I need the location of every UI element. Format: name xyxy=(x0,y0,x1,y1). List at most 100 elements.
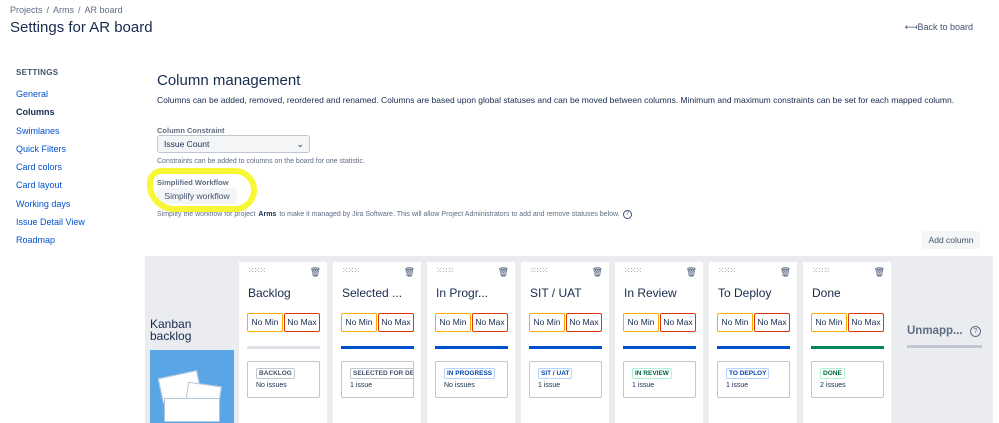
trash-icon[interactable]: 🗑 xyxy=(498,267,509,278)
column-constraint-select[interactable]: Issue Count ⌄ xyxy=(157,135,310,153)
breadcrumb-projects[interactable]: Projects xyxy=(10,5,43,15)
breadcrumb: Projects / Arms / AR board xyxy=(10,5,123,15)
max-constraint-input[interactable]: No Max xyxy=(378,313,414,332)
trash-icon[interactable]: 🗑 xyxy=(592,267,603,278)
sidebar-item-columns[interactable]: Columns xyxy=(16,103,126,121)
drag-handle-icon[interactable]: ⁙⁙⁙ xyxy=(342,267,360,275)
kanban-backlog-illustration xyxy=(150,350,234,423)
status-lozenge: IN REVIEW xyxy=(632,368,672,379)
breadcrumb-separator: / xyxy=(78,5,81,15)
column-constraint-label: Column Constraint xyxy=(157,126,225,135)
sidebar-item-general[interactable]: General xyxy=(16,85,126,103)
add-column-button[interactable]: Add column xyxy=(922,231,980,249)
trash-icon[interactable]: 🗑 xyxy=(310,267,321,278)
sidebar-item-working-days[interactable]: Working days xyxy=(16,195,126,213)
trash-icon[interactable]: 🗑 xyxy=(780,267,791,278)
drag-handle-icon[interactable]: ⁙⁙⁙ xyxy=(812,267,830,275)
help-icon[interactable]: ? xyxy=(970,326,981,337)
board-column[interactable]: ⁙⁙⁙ 🗑 Backlog No Min No Max BACKLOG No issues xyxy=(239,262,327,423)
status-card[interactable]: SELECTED FOR DEVELOPMENT 1 issue xyxy=(341,361,414,398)
column-status-bar xyxy=(435,346,508,349)
column-status-bar xyxy=(247,346,320,349)
column-name[interactable]: Backlog xyxy=(248,286,324,300)
column-name[interactable]: To Deploy xyxy=(718,286,794,300)
drag-handle-icon[interactable]: ⁙⁙⁙ xyxy=(718,267,736,275)
column-name[interactable]: SIT / UAT xyxy=(530,286,606,300)
min-constraint-input[interactable]: No Min xyxy=(717,313,753,332)
drag-handle-icon[interactable]: ⁙⁙⁙ xyxy=(248,267,266,275)
column-status-bar xyxy=(811,346,884,349)
status-card[interactable]: DONE 2 issues xyxy=(811,361,884,398)
trash-icon[interactable]: 🗑 xyxy=(404,267,415,278)
breadcrumb-project[interactable]: Arms xyxy=(53,5,74,15)
chevron-down-icon: ⌄ xyxy=(296,139,304,149)
min-constraint-input[interactable]: No Min xyxy=(247,313,283,332)
drag-handle-icon[interactable]: ⁙⁙⁙ xyxy=(624,267,642,275)
status-lozenge: SELECTED FOR DEVELOPMENT xyxy=(350,368,413,379)
board-column[interactable]: ⁙⁙⁙ 🗑 SIT / UAT No Min No Max SIT / UAT 1 issu… xyxy=(521,262,609,423)
board-column[interactable]: ⁙⁙⁙ 🗑 In Progr... No Min No Max IN PROGRESS No… xyxy=(427,262,515,423)
sidebar-item-quick-filters[interactable]: Quick Filters xyxy=(16,140,126,158)
max-constraint-input[interactable]: No Max xyxy=(660,313,696,332)
status-card[interactable]: IN REVIEW 1 issue xyxy=(623,361,696,398)
min-constraint-input[interactable]: No Min xyxy=(623,313,659,332)
status-card[interactable]: TO DEPLOY 1 issue xyxy=(717,361,790,398)
status-lozenge: TO DEPLOY xyxy=(726,368,770,379)
board-column[interactable]: ⁙⁙⁙ 🗑 In Review No Min No Max IN REVIEW 1 issu… xyxy=(615,262,703,423)
trash-icon[interactable]: 🗑 xyxy=(686,267,697,278)
column-name[interactable]: In Review xyxy=(624,286,700,300)
min-constraint-input[interactable]: No Min xyxy=(811,313,847,332)
column-name[interactable]: Selected ... xyxy=(342,286,418,300)
issue-count: 1 issue xyxy=(632,382,655,389)
max-constraint-input[interactable]: No Max xyxy=(566,313,602,332)
section-title: Column management xyxy=(157,72,301,89)
max-constraint-input[interactable]: No Max xyxy=(754,313,790,332)
sidebar-item-issue-detail-view[interactable]: Issue Detail View xyxy=(16,213,126,231)
min-constraint-input[interactable]: No Min xyxy=(529,313,565,332)
column-constraint-value: Issue Count xyxy=(164,139,210,149)
sidebar-heading: SETTINGS xyxy=(16,68,59,77)
drag-handle-icon[interactable]: ⁙⁙⁙ xyxy=(436,267,454,275)
column-constraint-help: Constraints can be added to columns on t… xyxy=(157,158,365,165)
min-constraint-input[interactable]: No Min xyxy=(435,313,471,332)
issue-count: 1 issue xyxy=(538,382,561,389)
kanban-backlog-title: Kanban backlog xyxy=(150,317,192,343)
board-column[interactable]: ⁙⁙⁙ 🗑 Selected ... No Min No Max SELECTED FOR… xyxy=(333,262,421,423)
column-status-bar xyxy=(717,346,790,349)
status-card[interactable]: IN PROGRESS No issues xyxy=(435,361,508,398)
drag-handle-icon[interactable]: ⁙⁙⁙ xyxy=(530,267,548,275)
column-name[interactable]: In Progr... xyxy=(436,286,512,300)
board-column[interactable]: ⁙⁙⁙ 🗑 Done No Min No Max DONE 2 issues xyxy=(803,262,891,423)
max-constraint-input[interactable]: No Max xyxy=(848,313,884,332)
breadcrumb-separator: / xyxy=(46,5,50,15)
status-lozenge: IN PROGRESS xyxy=(444,368,496,379)
help-icon[interactable]: ? xyxy=(622,210,632,219)
issue-count: No issues xyxy=(256,382,287,389)
trash-icon[interactable]: 🗑 xyxy=(874,267,885,278)
status-card[interactable]: SIT / UAT 1 issue xyxy=(529,361,602,398)
sidebar-item-card-colors[interactable]: Card colors xyxy=(16,158,126,176)
min-constraint-input[interactable]: No Min xyxy=(341,313,377,332)
sidebar-item-card-layout[interactable]: Card layout xyxy=(16,176,126,194)
status-lozenge: DONE xyxy=(820,368,845,379)
unmapped-bar xyxy=(907,345,982,348)
simplify-workflow-button[interactable]: Simplify workflow xyxy=(157,188,237,204)
column-status-bar xyxy=(529,346,602,349)
back-to-board-link[interactable]: ⟻Back to board xyxy=(905,22,973,33)
sidebar-item-swimlanes[interactable]: Swimlanes xyxy=(16,122,126,140)
max-constraint-input[interactable]: No Max xyxy=(472,313,508,332)
breadcrumb-board[interactable]: AR board xyxy=(85,5,123,15)
board-column[interactable]: ⁙⁙⁙ 🗑 To Deploy No Min No Max TO DEPLOY 1 issu… xyxy=(709,262,797,423)
status-card[interactable]: BACKLOG No issues xyxy=(247,361,320,398)
issue-count: No issues xyxy=(444,382,475,389)
column-name[interactable]: Done xyxy=(812,286,888,300)
issue-count: 2 issues xyxy=(820,382,846,389)
simplify-workflow-help: Simplify the workflow for project Arms t… xyxy=(157,210,632,219)
max-constraint-input[interactable]: No Max xyxy=(284,313,320,332)
simplify-help-project: Arms xyxy=(258,211,277,218)
sidebar-item-roadmap[interactable]: Roadmap xyxy=(16,231,126,249)
issue-count: 1 issue xyxy=(350,382,373,389)
status-lozenge: BACKLOG xyxy=(256,368,295,379)
settings-sidebar: SETTINGS General Columns Swimlanes Quick… xyxy=(16,68,126,250)
simplified-workflow-label: Simplified Workflow xyxy=(157,178,229,187)
